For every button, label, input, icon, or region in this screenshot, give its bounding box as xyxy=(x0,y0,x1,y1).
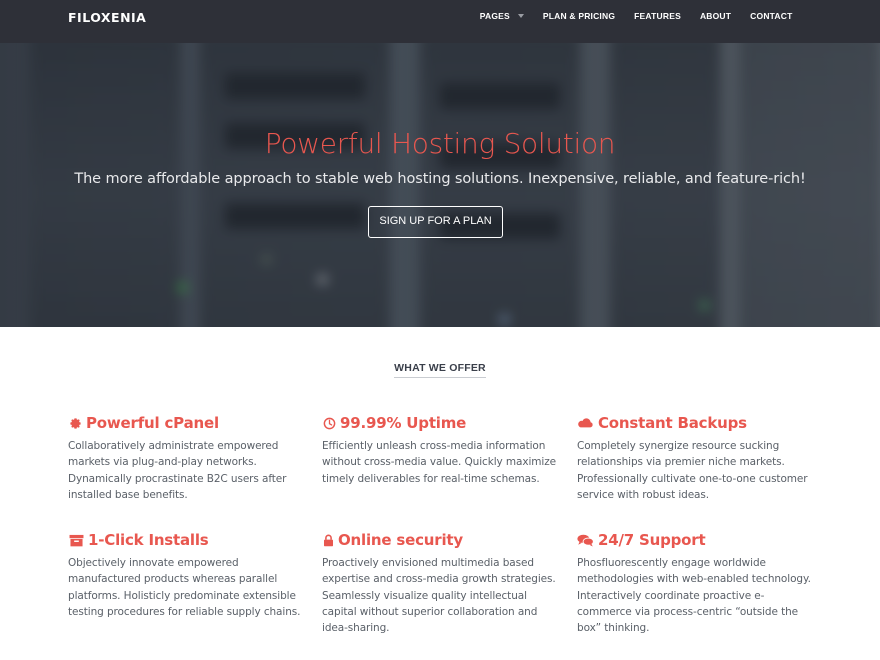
archive-icon xyxy=(68,533,84,547)
hero-section: Powerful Hosting Solution The more affor… xyxy=(0,43,880,327)
nav-item-about[interactable]: ABOUT xyxy=(690,0,740,38)
feature-heading: 1-Click Installs xyxy=(68,531,308,549)
nav-item-features[interactable]: FEATURES xyxy=(625,0,691,38)
nav-item-label: ABOUT xyxy=(699,11,732,21)
feature-title: 99.99% Uptime xyxy=(340,414,467,432)
feature-heading: Online security xyxy=(322,531,562,549)
comments-icon xyxy=(577,533,594,547)
navbar: FILOXENIA PAGES PLAN & PRICING FEATURES … xyxy=(0,0,880,43)
cloud-icon xyxy=(577,416,594,430)
main-nav: PAGES PLAN & PRICING FEATURES ABOUT CONT… xyxy=(470,0,802,43)
clock-icon xyxy=(322,416,336,430)
nav-item-label: FEATURES xyxy=(634,11,681,21)
feature-title: Powerful cPanel xyxy=(86,414,219,432)
feature-constant-backups: Constant Backups Completely synergize re… xyxy=(577,414,817,503)
feature-text: Efficiently unleash cross-media informat… xyxy=(322,440,556,485)
feature-online-security: Online security Proactively envisioned m… xyxy=(322,531,562,636)
feature-one-click-installs: 1-Click Installs Objectively innovate em… xyxy=(68,531,308,620)
hero-title: Powerful Hosting Solution xyxy=(264,127,616,160)
feature-uptime: 99.99% Uptime Efficiently unleash cross-… xyxy=(322,414,562,487)
sign-up-button[interactable]: SIGN UP FOR A PLAN xyxy=(368,206,503,238)
feature-heading: Constant Backups xyxy=(577,414,817,432)
site-logo[interactable]: FILOXENIA xyxy=(68,10,146,25)
feature-title: Online security xyxy=(338,531,463,549)
feature-text: Proactively envisioned multimedia based … xyxy=(322,557,556,635)
nav-item-label: PLAN & PRICING xyxy=(542,11,616,21)
nav-item-label: CONTACT xyxy=(750,11,793,21)
feature-heading: 24/7 Support xyxy=(577,531,817,549)
section-title: WHAT WE OFFER xyxy=(0,362,880,378)
lock-icon xyxy=(322,533,334,547)
feature-text: Objectively innovate empowered manufactu… xyxy=(68,557,301,618)
feature-heading: 99.99% Uptime xyxy=(322,414,562,432)
gear-icon xyxy=(68,416,82,430)
feature-title: 24/7 Support xyxy=(598,531,706,549)
feature-heading: Powerful cPanel xyxy=(68,414,308,432)
nav-item-plan-pricing[interactable]: PLAN & PRICING xyxy=(533,0,624,38)
nav-item-label: PAGES xyxy=(479,11,510,21)
hero-subtitle: The more affordable approach to stable w… xyxy=(74,171,806,187)
feature-title: Constant Backups xyxy=(598,414,747,432)
feature-powerful-cpanel: Powerful cPanel Collaboratively administ… xyxy=(68,414,308,503)
caret-down-icon xyxy=(517,14,524,18)
feature-text: Phosfluorescently engage worldwide metho… xyxy=(577,557,811,635)
nav-item-contact[interactable]: CONTACT xyxy=(741,0,802,38)
nav-item-pages[interactable]: PAGES xyxy=(470,0,533,38)
section-title-text: WHAT WE OFFER xyxy=(394,362,486,378)
feature-support: 24/7 Support Phosfluorescently engage wo… xyxy=(577,531,817,636)
feature-title: 1-Click Installs xyxy=(88,531,209,549)
feature-text: Collaboratively administrate empowered m… xyxy=(68,440,287,501)
feature-text: Completely synergize resource sucking re… xyxy=(577,440,808,501)
